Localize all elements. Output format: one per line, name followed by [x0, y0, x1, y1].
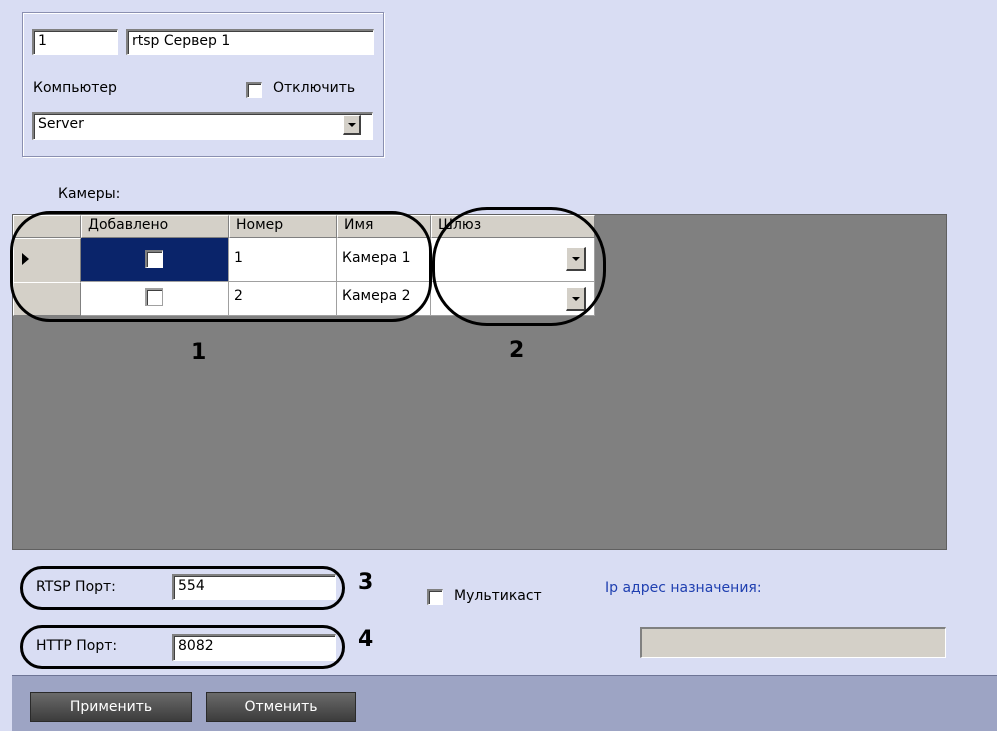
- cameras-label: Камеры:: [58, 186, 121, 202]
- disable-label: Отключить: [273, 80, 356, 96]
- annotation-oval-3: [20, 566, 345, 610]
- object-name-input[interactable]: rtsp Сервер 1: [126, 29, 374, 55]
- cancel-button[interactable]: Отменить: [206, 692, 356, 722]
- ip-destination-label: Ip адрес назначения:: [605, 580, 762, 596]
- multicast-checkbox[interactable]: [427, 589, 443, 605]
- annotation-oval-4: [20, 625, 345, 669]
- object-id-input[interactable]: 1: [32, 29, 118, 55]
- chevron-down-icon: [347, 122, 356, 127]
- computer-select-value: Server: [38, 116, 84, 132]
- callout-number-1: 1: [191, 340, 207, 365]
- callout-number-2: 2: [509, 338, 525, 363]
- callout-number-4: 4: [358, 627, 374, 652]
- annotation-oval-1: [10, 211, 432, 322]
- multicast-label: Мультикаст: [454, 588, 542, 604]
- disable-checkbox[interactable]: [246, 82, 262, 98]
- callout-number-3: 3: [358, 570, 374, 595]
- computer-select-dropdown-button[interactable]: [343, 115, 361, 135]
- annotation-oval-2: [432, 207, 606, 326]
- ip-destination-input[interactable]: [640, 627, 946, 658]
- apply-button[interactable]: Применить: [30, 692, 192, 722]
- computer-label: Компьютер: [33, 80, 117, 96]
- computer-select[interactable]: Server: [32, 112, 373, 140]
